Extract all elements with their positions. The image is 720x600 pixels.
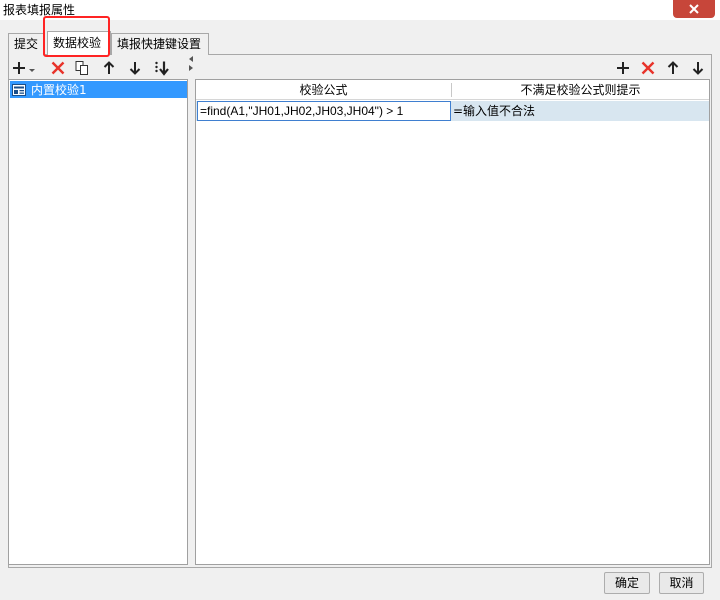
table-row[interactable]: =输入值不合法 [196,101,709,121]
add-formula-button[interactable] [613,58,633,78]
message-cell[interactable]: =输入值不合法 [452,101,535,121]
delete-formula-button[interactable] [638,58,658,78]
delete-icon [51,61,65,75]
move-up-button[interactable] [99,58,119,78]
formula-table: 校验公式 不满足校验公式则提示 =输入值不合法 [195,79,710,565]
copy-icon [75,61,88,75]
ok-button[interactable]: 确定 [604,572,650,594]
move-down-button[interactable] [125,58,145,78]
validation-item-icon [12,83,26,96]
cancel-button[interactable]: 取消 [659,572,704,594]
panel-splitter[interactable] [188,56,195,566]
tab-submit[interactable]: 提交 [8,33,44,55]
close-button[interactable] [673,0,715,18]
add-icon [617,62,629,74]
tab-data-validation[interactable]: 数据校验 [47,31,111,55]
right-toolbar [600,56,712,78]
move-up-icon [667,61,679,74]
tab-shortcut-settings[interactable]: 填报快捷键设置 [111,33,209,55]
move-down-icon [692,62,704,75]
column-header-message[interactable]: 不满足校验公式则提示 [452,80,709,100]
move-down-icon [129,62,141,75]
expand-right-icon [189,65,193,71]
window-title: 报表填报属性 [3,3,76,17]
title-bar: 报表填报属性 [0,0,720,20]
dialog-window: 报表填报属性 提交 数据校验 填报快捷键设置 内置校验1 校验公式 不满足校验公… [0,0,720,600]
formula-input[interactable] [197,101,451,121]
formula-move-down-button[interactable] [688,58,708,78]
copy-button[interactable] [72,58,92,78]
sort-icon [155,61,169,76]
move-up-icon [103,61,115,74]
left-toolbar [8,56,188,78]
add-dropdown-icon [13,62,35,74]
collapse-left-icon [189,56,193,62]
validation-list: 内置校验1 [8,79,188,565]
delete-button[interactable] [48,58,68,78]
list-item[interactable]: 内置校验1 [10,81,187,98]
list-item-label: 内置校验1 [31,83,87,97]
delete-icon [641,61,655,75]
close-icon [689,4,699,14]
add-dropdown-button[interactable] [12,58,38,78]
table-header: 校验公式 不满足校验公式则提示 [196,80,709,100]
formula-move-up-button[interactable] [663,58,683,78]
sort-button[interactable] [151,58,171,78]
column-header-formula[interactable]: 校验公式 [196,80,451,100]
